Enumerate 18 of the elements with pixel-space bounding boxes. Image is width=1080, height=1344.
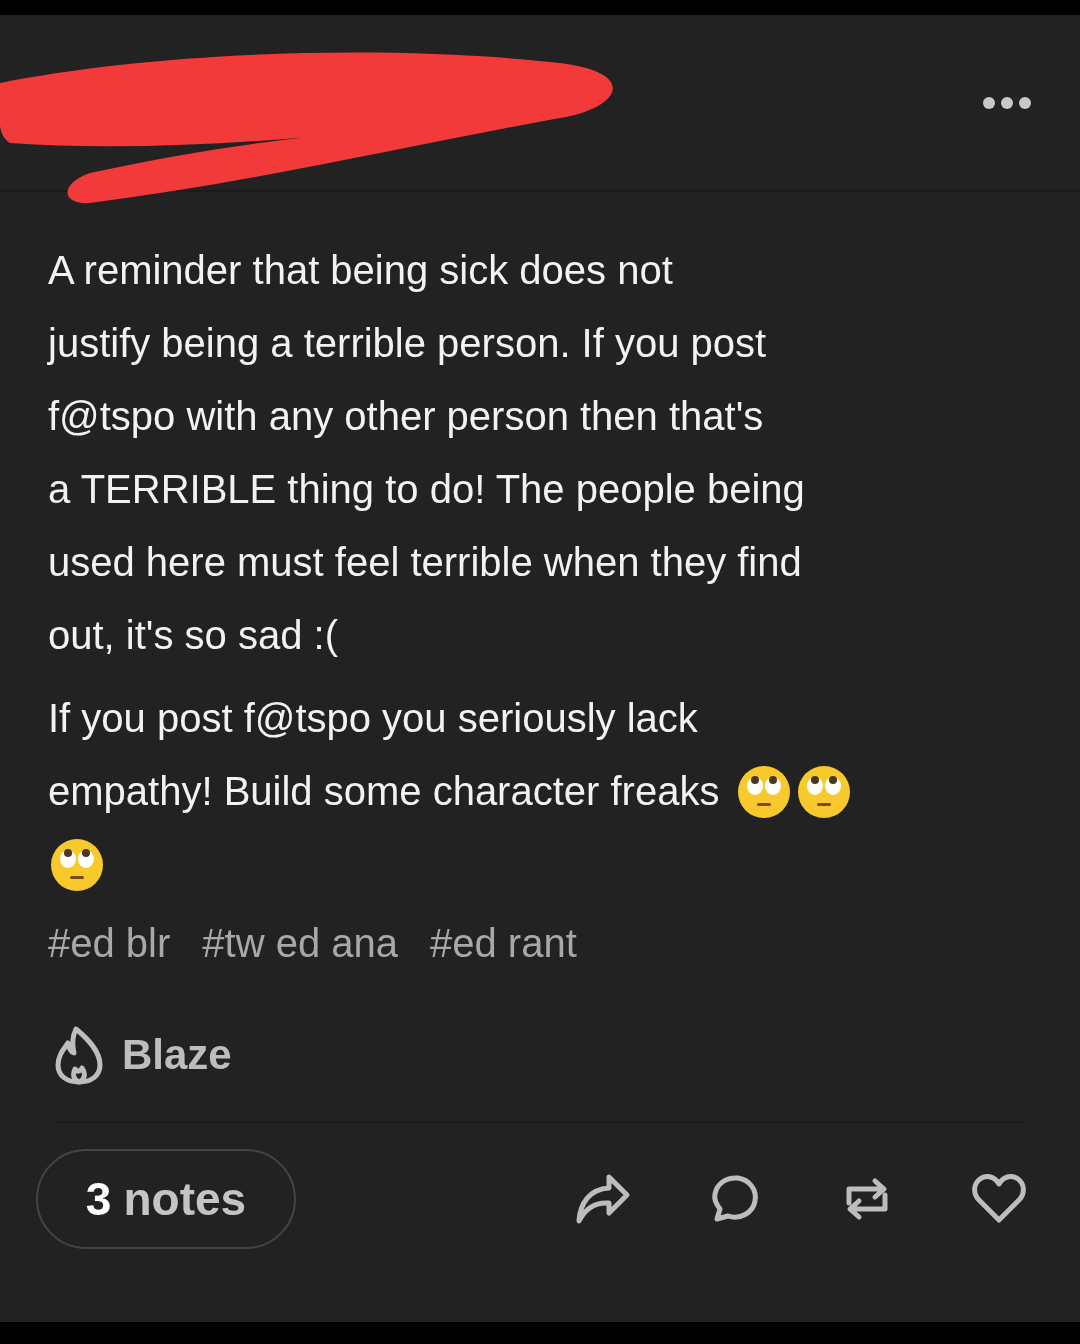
text-line: out, it's so sad :( [48,612,338,659]
text-line: used here must feel terrible when they find [48,539,802,586]
text-line: If you post f@tspo you seriously lack [48,695,698,742]
tag-link[interactable]: #ed blr [48,913,171,973]
notes-button[interactable]: 3 notes [36,1149,296,1249]
text-line: justify being a terrible person. If you post [48,320,767,367]
more-options-icon[interactable] [982,95,1032,110]
text-line: f@tspo with any other person then that's [48,393,764,440]
eye-roll-face-icon [50,837,104,892]
eye-roll-face-icon [797,764,852,819]
blaze-button[interactable]: Blaze [48,1025,232,1085]
text-line: A reminder that being sick does not [48,247,673,294]
text-line: empathy! Build some character freaks [48,768,720,815]
text-line: a TERRIBLE thing to do! The people being [48,466,805,513]
flame-icon [54,1025,104,1085]
tag-link[interactable]: #tw ed ana [202,913,398,973]
tag-link[interactable]: #ed rant [430,913,577,973]
eye-roll-face-icon [737,764,792,819]
